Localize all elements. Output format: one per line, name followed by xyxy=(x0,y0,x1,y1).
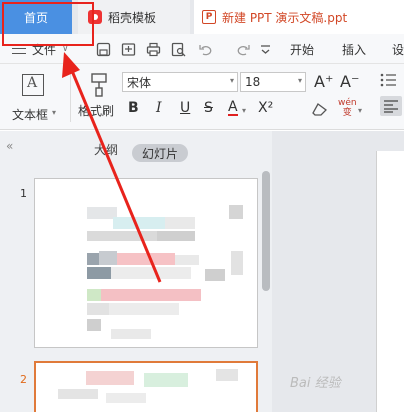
blurred-content xyxy=(229,205,243,219)
menu-start-label: 开始 xyxy=(290,42,315,57)
blurred-content xyxy=(99,251,117,265)
slide-number: 2 xyxy=(20,373,27,386)
menu-insert-label: 插入 xyxy=(342,42,367,57)
blurred-content xyxy=(109,303,179,315)
menu-design-label: 设 xyxy=(392,42,404,57)
blurred-content xyxy=(157,231,195,241)
export-pdf-icon[interactable] xyxy=(121,42,136,57)
tab-document-label: 新建 PPT 演示文稿.ppt xyxy=(222,10,348,25)
blurred-content xyxy=(87,319,101,331)
watermark: Bai 经验 xyxy=(290,376,341,391)
ribbon-divider xyxy=(70,72,71,122)
menu-start[interactable]: 开始 xyxy=(290,34,314,64)
format-painter-label: 格式刷 xyxy=(78,104,115,118)
font-size-select[interactable]: 18 ▾ xyxy=(240,72,306,92)
panel-scrollbar[interactable] xyxy=(262,171,270,291)
blurred-content xyxy=(216,369,238,381)
blurred-content xyxy=(111,267,191,279)
phonetic-guide-button[interactable]: wén 变 xyxy=(338,98,357,118)
blurred-content xyxy=(205,269,225,281)
font-size-value: 18 xyxy=(245,75,261,89)
print-preview-icon[interactable] xyxy=(171,42,186,57)
slide-thumbnail-selected[interactable] xyxy=(34,361,258,412)
blurred-content xyxy=(117,253,175,265)
tab-template[interactable]: 稻壳模板 xyxy=(78,0,190,34)
blurred-content xyxy=(175,255,199,265)
blurred-content xyxy=(87,289,101,301)
chevron-down-icon: ▾ xyxy=(52,108,57,117)
tab-slides[interactable]: 幻灯片 xyxy=(132,144,188,162)
blurred-content xyxy=(111,329,151,339)
blurred-content xyxy=(58,389,98,399)
blurred-content xyxy=(87,303,109,315)
chevron-down-icon: ▾ xyxy=(358,106,363,115)
annotation-highlight-box xyxy=(2,2,94,46)
chevron-down-icon: ▾ xyxy=(242,106,247,115)
blurred-content xyxy=(87,253,99,265)
tab-outline[interactable]: 大纲 xyxy=(94,141,118,158)
slide-number: 1 xyxy=(20,187,27,200)
slide-thumbnail[interactable] xyxy=(34,178,258,348)
blurred-content xyxy=(113,217,165,229)
font-family-select[interactable]: 宋体 ▾ xyxy=(122,72,238,92)
blurred-content xyxy=(144,373,188,387)
align-left-button[interactable] xyxy=(380,96,402,116)
undo-icon[interactable] xyxy=(198,42,213,57)
textbox-label: 文本框 xyxy=(12,108,49,122)
tab-document[interactable]: P 新建 PPT 演示文稿.ppt xyxy=(194,0,404,34)
format-painter-button[interactable]: 格式刷 xyxy=(78,68,122,126)
italic-button[interactable]: I xyxy=(156,100,162,116)
blurred-content xyxy=(101,289,201,301)
ribbon: 文本框 ▾ 格式刷 宋体 ▾ 18 ▾ A⁺ A⁻ B I U S A ▾ X²… xyxy=(0,64,404,130)
tab-template-label: 稻壳模板 xyxy=(108,10,157,25)
bullet-list-icon[interactable] xyxy=(380,72,398,88)
chevron-down-icon: ▾ xyxy=(297,76,302,85)
menu-design[interactable]: 设 xyxy=(392,34,404,64)
textbox-icon xyxy=(22,74,44,96)
collapse-panel-icon[interactable]: « xyxy=(6,139,13,153)
font-color-button[interactable]: A xyxy=(228,100,238,116)
customize-toolbar-icon[interactable] xyxy=(258,42,273,57)
blurred-content xyxy=(231,251,243,275)
format-painter-icon xyxy=(91,73,107,97)
print-icon[interactable] xyxy=(146,42,161,57)
superscript-button[interactable]: X² xyxy=(258,100,273,116)
blurred-content xyxy=(86,371,134,385)
save-icon[interactable] xyxy=(96,42,111,57)
strikethrough-button[interactable]: S xyxy=(204,100,213,116)
blurred-content xyxy=(165,217,195,229)
font-family-value: 宋体 xyxy=(127,75,152,90)
underline-button[interactable]: U xyxy=(180,100,190,116)
align-left-icon xyxy=(384,100,398,113)
grow-font-button[interactable]: A⁺ xyxy=(314,72,333,91)
blurred-content xyxy=(87,231,157,241)
bold-button[interactable]: B xyxy=(128,100,139,116)
ppt-file-icon: P xyxy=(202,10,216,24)
chevron-down-icon: ▾ xyxy=(229,76,234,85)
blurred-content xyxy=(87,267,111,279)
slide-canvas[interactable] xyxy=(376,151,404,412)
blurred-content xyxy=(106,393,146,403)
eraser-icon[interactable] xyxy=(312,102,328,116)
menu-insert[interactable]: 插入 xyxy=(342,34,366,64)
slide-canvas-area xyxy=(272,131,404,412)
redo-icon[interactable] xyxy=(236,42,251,57)
shrink-font-button[interactable]: A⁻ xyxy=(340,72,359,91)
slide-panel: « 大纲 幻灯片 1 2 xyxy=(0,131,272,412)
textbox-button[interactable]: 文本框 ▾ xyxy=(6,68,64,126)
